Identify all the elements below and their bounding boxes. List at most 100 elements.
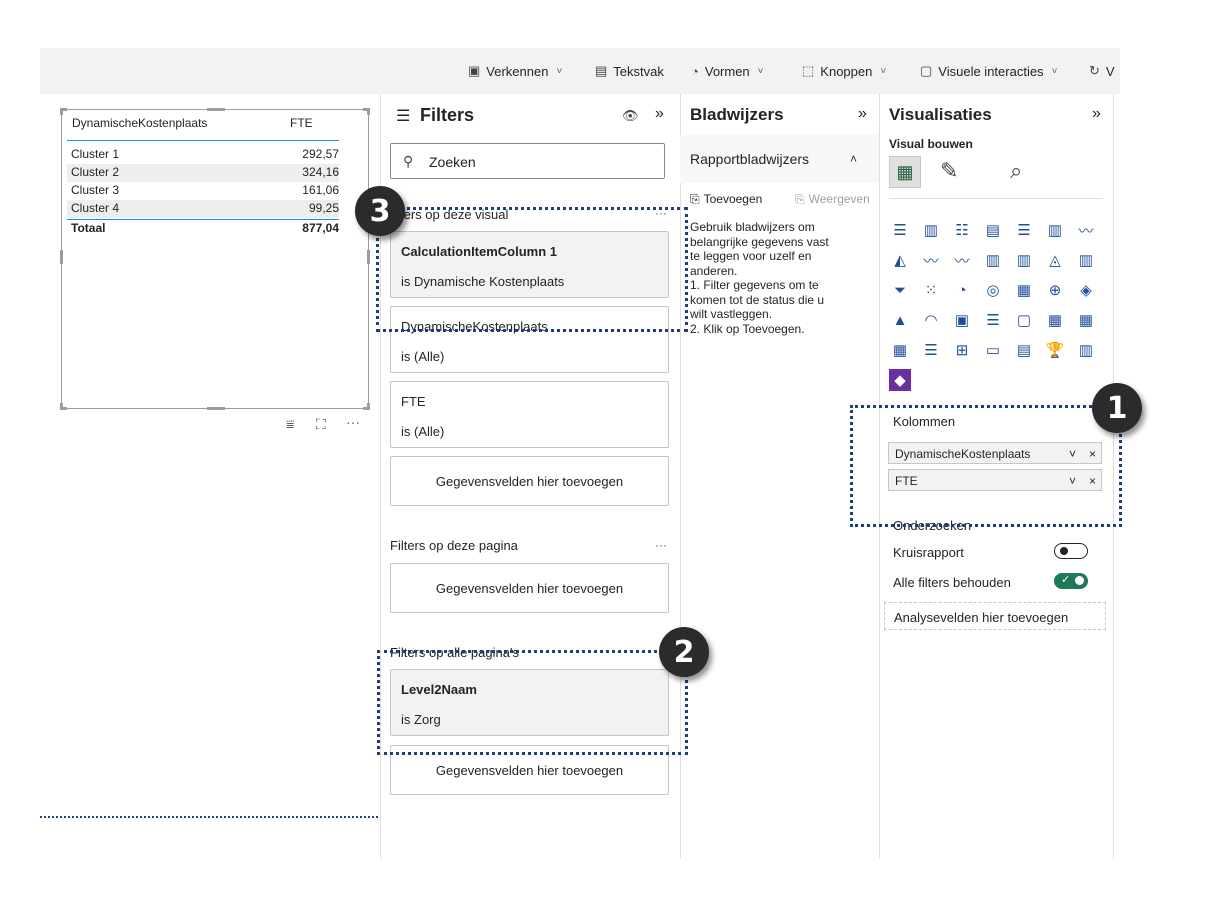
visual-type-icon[interactable]: ☰ — [1013, 219, 1035, 241]
visual-type-icon[interactable]: ▥ — [1075, 339, 1097, 361]
more-options-icon[interactable]: ··· — [346, 414, 360, 430]
knoppen-button[interactable]: ⬚ Knoppen ˅ — [802, 48, 886, 94]
resize-handle[interactable] — [367, 108, 370, 115]
resize-handle[interactable] — [60, 108, 63, 115]
visual-type-icon[interactable]: 〰 — [920, 249, 942, 271]
format-tab-icon[interactable]: ✎ — [940, 158, 958, 184]
add-bookmark-button[interactable]: ⎘ Toevoegen — [690, 192, 762, 207]
visual-type-icon[interactable]: ☰ — [982, 309, 1004, 331]
visual-type-icon[interactable]: ⊕ — [1044, 279, 1066, 301]
chevron-up-icon: ˄ — [850, 152, 858, 166]
collapse-visualizations-icon[interactable]: » — [1092, 105, 1101, 123]
visual-type-icon[interactable]: ▥ — [1044, 219, 1066, 241]
column-header[interactable]: DynamischeKostenplaats — [72, 116, 207, 130]
visual-type-icon[interactable]: ☷ — [951, 219, 973, 241]
keep-filters-toggle[interactable]: ✓ — [1054, 573, 1088, 589]
visual-type-icon[interactable]: ▥ — [982, 249, 1004, 271]
visual-type-icon[interactable]: ▤ — [1013, 339, 1035, 361]
view-bookmark-button[interactable]: ⎘ Weergeven — [795, 192, 879, 207]
refresh-icon: ↻ — [1089, 63, 1100, 78]
filter-search-input[interactable]: ⚲ Zoeken — [390, 143, 665, 179]
visual-type-icon[interactable]: ⏷ — [889, 279, 911, 301]
visual-type-icon[interactable]: ☰ — [889, 219, 911, 241]
filter-icon[interactable]: ⩸ — [286, 416, 295, 433]
annotation-box-1 — [850, 405, 1122, 527]
fields-tab-icon[interactable]: ▦ — [889, 156, 921, 188]
analytics-tab-icon[interactable]: ⌕ — [1010, 158, 1022, 184]
visual-type-icon[interactable]: ◎ — [982, 279, 1004, 301]
build-visual-label: Visual bouwen — [889, 137, 973, 151]
resize-handle[interactable] — [60, 250, 63, 264]
visual-type-icon[interactable]: ▣ — [951, 309, 973, 331]
visual-type-icon[interactable]: ◈ — [1075, 279, 1097, 301]
visual-type-icon[interactable]: ▥ — [920, 219, 942, 241]
eye-icon[interactable]: 👁 — [622, 108, 639, 124]
visual-type-icon[interactable]: ◬ — [1044, 249, 1066, 271]
visual-type-icon[interactable]: 〰 — [1075, 219, 1097, 241]
refresh-button[interactable]: ↻ V — [1089, 48, 1115, 94]
visual-type-icon[interactable]: ▥ — [1013, 249, 1035, 271]
visual-type-icon[interactable]: ▦ — [1075, 309, 1097, 331]
tekstvak-button[interactable]: ▤ Tekstvak — [595, 48, 664, 94]
add-fields-dropzone[interactable]: Gegevensvelden hier toevoegen — [390, 563, 669, 613]
annotation-badge-1: 1 — [1092, 383, 1142, 433]
filters-page-section: Filters op deze pagina — [390, 538, 518, 553]
annotation-badge-3: 3 — [355, 186, 405, 236]
vormen-button[interactable]: ◔ Vormen ˅ — [691, 48, 764, 94]
visual-type-icon[interactable]: 〰 — [951, 249, 973, 271]
bookmarks-title: Bladwijzers — [690, 105, 784, 124]
visuele-interacties-button[interactable]: ▢ Visuele interacties ˅ — [920, 48, 1057, 94]
visual-type-icon[interactable]: ▢ — [1013, 309, 1035, 331]
total-row: Totaal 877,04 — [71, 221, 339, 235]
visualizations-title: Visualisaties — [889, 105, 992, 124]
focus-mode-icon[interactable]: ⛶ — [316, 416, 326, 433]
filter-card-fte[interactable]: FTE is (Alle) — [390, 381, 669, 448]
annotation-badge-2: 2 — [659, 627, 709, 677]
resize-handle[interactable] — [367, 403, 370, 410]
resize-handle[interactable] — [207, 407, 225, 410]
verkennen-button[interactable]: ▣ Verkennen ˅ — [468, 48, 562, 94]
visual-type-icon[interactable]: ▥ — [1075, 249, 1097, 271]
visual-type-icon[interactable]: ◭ — [889, 249, 911, 271]
visual-type-icon[interactable]: ▭ — [982, 339, 1004, 361]
filter-lines-icon: ☰ — [396, 108, 411, 125]
buttons-icon: ⬚ — [802, 63, 815, 78]
visual-type-icon[interactable]: ⁙ — [920, 279, 942, 301]
table-row: Cluster 2 324,16 — [67, 164, 339, 182]
visual-type-icon[interactable]: ◆ — [889, 369, 911, 391]
visual-type-icon[interactable]: ◔ — [951, 279, 973, 301]
table-row: Cluster 4 99,25 — [67, 200, 339, 218]
header-divider — [67, 140, 339, 141]
visual-type-icon[interactable]: ▲ — [889, 309, 911, 331]
more-options-icon[interactable]: ··· — [655, 538, 667, 552]
add-fields-dropzone[interactable]: Gegevensvelden hier toevoegen — [390, 456, 669, 506]
search-icon: ⚲ — [403, 153, 414, 169]
visual-type-icon[interactable]: ⊞ — [951, 339, 973, 361]
table-row: Cluster 3 161,06 — [71, 183, 339, 197]
cross-report-toggle[interactable] — [1054, 543, 1088, 559]
visual-type-icon[interactable]: ▦ — [1044, 309, 1066, 331]
visual-type-icon[interactable]: ▦ — [1013, 279, 1035, 301]
collapse-bookmarks-icon[interactable]: » — [858, 105, 867, 123]
table-row: Cluster 1 292,57 — [71, 147, 339, 161]
checkmark-icon: ✓ — [1061, 574, 1071, 586]
table-visual[interactable]: DynamischeKostenplaats FTE Cluster 1 292… — [60, 108, 370, 410]
visual-type-icon[interactable]: ▤ — [982, 219, 1004, 241]
visual-type-icon[interactable]: 🏆 — [1044, 339, 1066, 361]
report-bookmarks-header[interactable]: Rapportbladwijzers ˄ — [680, 135, 879, 183]
visual-type-icon[interactable]: ◠ — [920, 309, 942, 331]
drill-fields-dropzone[interactable]: Analysevelden hier toevoegen — [884, 602, 1106, 630]
resize-handle[interactable] — [367, 250, 370, 264]
column-header[interactable]: FTE — [290, 116, 313, 130]
toggle-knob — [1075, 576, 1084, 585]
tab-divider — [889, 198, 1103, 199]
resize-handle[interactable] — [207, 108, 225, 111]
ribbon: ▣ Verkennen ˅ ▤ Tekstvak ◔ Vormen ˅ ⬚ Kn… — [40, 48, 1120, 94]
shapes-icon: ◔ — [691, 63, 699, 79]
canvas-edge — [40, 816, 378, 818]
collapse-filters-icon[interactable]: » — [655, 105, 664, 123]
visual-type-icon[interactable]: ☰ — [920, 339, 942, 361]
visual-type-icon[interactable]: ▦ — [889, 339, 911, 361]
toggle-knob — [1060, 547, 1068, 555]
resize-handle[interactable] — [60, 403, 63, 410]
